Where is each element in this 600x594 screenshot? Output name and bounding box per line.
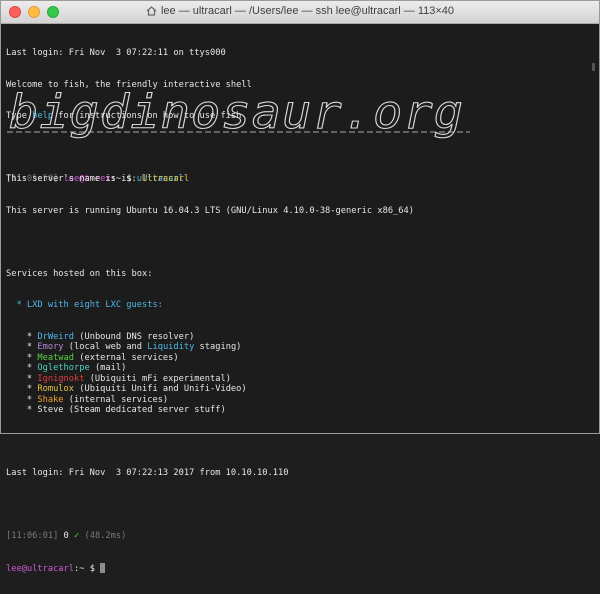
guest-bullet: * (26, 384, 33, 394)
guest-bullet: * (26, 394, 33, 405)
text-cursor[interactable] (100, 562, 106, 573)
banner-art: bigdinosaur.org (7, 84, 470, 140)
guest-bullet: * (26, 342, 33, 352)
guest-bullet: * (26, 373, 33, 384)
guest-description-highlight: Liquidity (147, 342, 195, 352)
guest-item: * Oglethorpe (mail) (6, 363, 594, 374)
server-info[interactable]: This server's name is is: Ultracarl This… (6, 153, 594, 594)
guest-name: Romulox (37, 384, 75, 394)
guest-description: (external services) (79, 352, 179, 363)
guest-bullet: * (26, 405, 33, 415)
guest-description-tail: staging) (194, 342, 242, 352)
guest-item: * Shake (internal services) (6, 395, 594, 406)
guest-bullet: * (26, 331, 33, 342)
banner-text: bigdinosaur.org (9, 85, 464, 139)
guest-name: Emory (37, 342, 64, 352)
window-title: lee — ultracarl — /Users/lee — ssh lee@u… (1, 5, 599, 19)
guest-name: Oglethorpe (37, 363, 90, 373)
guest-name: Meatwad (37, 352, 75, 363)
guest-description: (Unbound DNS resolver) (79, 331, 195, 342)
guest-bullet: * (26, 352, 33, 363)
check-icon: ✓ (74, 531, 80, 541)
guest-item: * DrWeird (Unbound DNS resolver) (6, 332, 594, 343)
services-header: Services hosted on this box: (6, 268, 153, 279)
remote-last-login: Last login: Fri Nov 3 07:22:13 2017 from… (6, 468, 289, 478)
ascii-banner: bigdinosaur.org (5, 84, 475, 146)
server-name-line: This server's name is is: Ultracarl (6, 174, 594, 185)
guest-name: Ignignokt (37, 373, 85, 384)
guest-description: (mail) (94, 363, 127, 373)
guest-item: * Emory (local web and Liquidity staging… (6, 342, 594, 353)
guest-description: (Ubiquiti Unifi and Unifi-Video) (79, 384, 247, 394)
remote-prompt-separator: :~ $ (74, 563, 95, 574)
guest-bullet: * (26, 363, 33, 373)
status-time: [11:06:01] (6, 531, 59, 541)
home-folder-icon (146, 6, 157, 19)
guest-description: (Ubiquiti mFi experimental) (89, 373, 231, 384)
status-line: [11:06:01] 0 ✓ (48.2ms) (6, 531, 594, 542)
window-title-text: lee — ultracarl — /Users/lee — ssh lee@u… (160, 5, 455, 17)
guest-list: * DrWeird (Unbound DNS resolver) * Emory… (6, 332, 594, 416)
remote-prompt-user-host: lee@ultracarl (6, 563, 74, 574)
status-code: 0 (63, 531, 69, 541)
guest-name: DrWeird (37, 331, 75, 342)
server-name-prefix: This server's name is is: (6, 174, 142, 184)
guest-item: * Meatwad (external services) (6, 353, 594, 364)
guest-description: (local web and (68, 342, 148, 352)
guest-item: * Romulox (Ubiquiti Unifi and Unifi-Vide… (6, 384, 594, 395)
server-name: Ultracarl (142, 174, 190, 184)
guest-item: * Steve (Steam dedicated server stuff) (6, 405, 594, 416)
status-duration: (48.2ms) (84, 531, 127, 541)
terminal-window: lee — ultracarl — /Users/lee — ssh lee@u… (0, 0, 600, 574)
guest-name: Shake (37, 394, 64, 405)
guest-item: * Ignignokt (Ubiquiti mFi experimental) (6, 374, 594, 385)
lxd-line: * LXD with eight LXC guests: (16, 300, 163, 310)
title-bar[interactable]: lee — ultracarl — /Users/lee — ssh lee@u… (1, 1, 599, 24)
guest-name: Steve (37, 405, 64, 415)
server-os-line: This server is running Ubuntu 16.04.3 LT… (6, 205, 414, 216)
guest-description: (internal services) (68, 394, 169, 405)
guest-description: (Steam dedicated server stuff) (68, 405, 226, 415)
last-login-line: Last login: Fri Nov 3 07:22:11 on ttys00… (6, 48, 226, 58)
remote-prompt-line: lee@ultracarl:~ $ (6, 562, 594, 574)
